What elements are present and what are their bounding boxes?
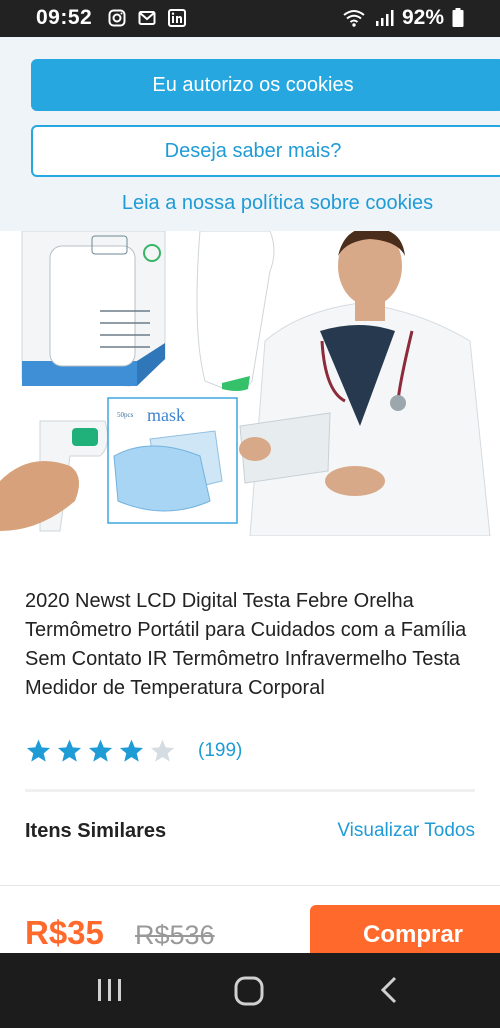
star-icon bbox=[88, 739, 113, 762]
star-icon bbox=[26, 739, 51, 762]
current-price: R$35 bbox=[25, 914, 104, 951]
purchase-bar: R$35 R$536 Comprar bbox=[0, 885, 500, 954]
mask-box: 50pcs mask bbox=[107, 397, 238, 524]
star-empty-icon bbox=[150, 739, 175, 762]
review-count[interactable]: (199) bbox=[198, 740, 242, 762]
recent-apps-icon[interactable] bbox=[95, 975, 125, 1005]
product-photo: 50pcs mask bbox=[0, 231, 500, 536]
instagram-icon bbox=[108, 9, 126, 27]
product-rating[interactable]: (199) bbox=[25, 738, 242, 764]
gmail-icon bbox=[138, 11, 156, 25]
back-icon[interactable] bbox=[375, 975, 405, 1005]
signal-icon bbox=[375, 10, 394, 26]
product-image[interactable]: 50pcs mask bbox=[0, 231, 500, 536]
star-icon bbox=[119, 739, 144, 762]
battery-percent: 92% bbox=[401, 6, 444, 29]
system-nav-bar bbox=[0, 953, 500, 1028]
product-title: 2020 Newst LCD Digital Testa Febre Orelh… bbox=[25, 590, 467, 699]
divider bbox=[25, 789, 475, 792]
home-icon[interactable] bbox=[233, 975, 265, 1007]
battery-icon bbox=[452, 8, 464, 27]
learn-more-button[interactable]: Deseja saber mais? bbox=[31, 125, 500, 177]
accept-cookies-button[interactable]: Eu autorizo os cookies bbox=[31, 59, 500, 111]
cookie-policy-link[interactable]: Leia a nossa política sobre cookies bbox=[0, 192, 500, 215]
original-price: R$536 bbox=[135, 920, 215, 950]
linkedin-icon bbox=[168, 9, 186, 27]
mask-box-label: mask bbox=[147, 405, 185, 425]
thermometer-box bbox=[21, 231, 166, 387]
cookie-banner: Eu autorizo os cookies Deseja saber mais… bbox=[0, 37, 500, 231]
wifi-icon bbox=[343, 10, 365, 27]
view-all-link[interactable]: Visualizar Todos bbox=[337, 820, 475, 842]
buy-button[interactable]: Comprar bbox=[310, 905, 500, 954]
star-icon bbox=[57, 739, 82, 762]
mask-box-count: 50pcs bbox=[117, 411, 134, 419]
status-bar: 09:52 92% bbox=[0, 0, 500, 37]
status-time: 09:52 bbox=[36, 6, 93, 29]
similar-items-heading: Itens Similares bbox=[25, 820, 167, 842]
